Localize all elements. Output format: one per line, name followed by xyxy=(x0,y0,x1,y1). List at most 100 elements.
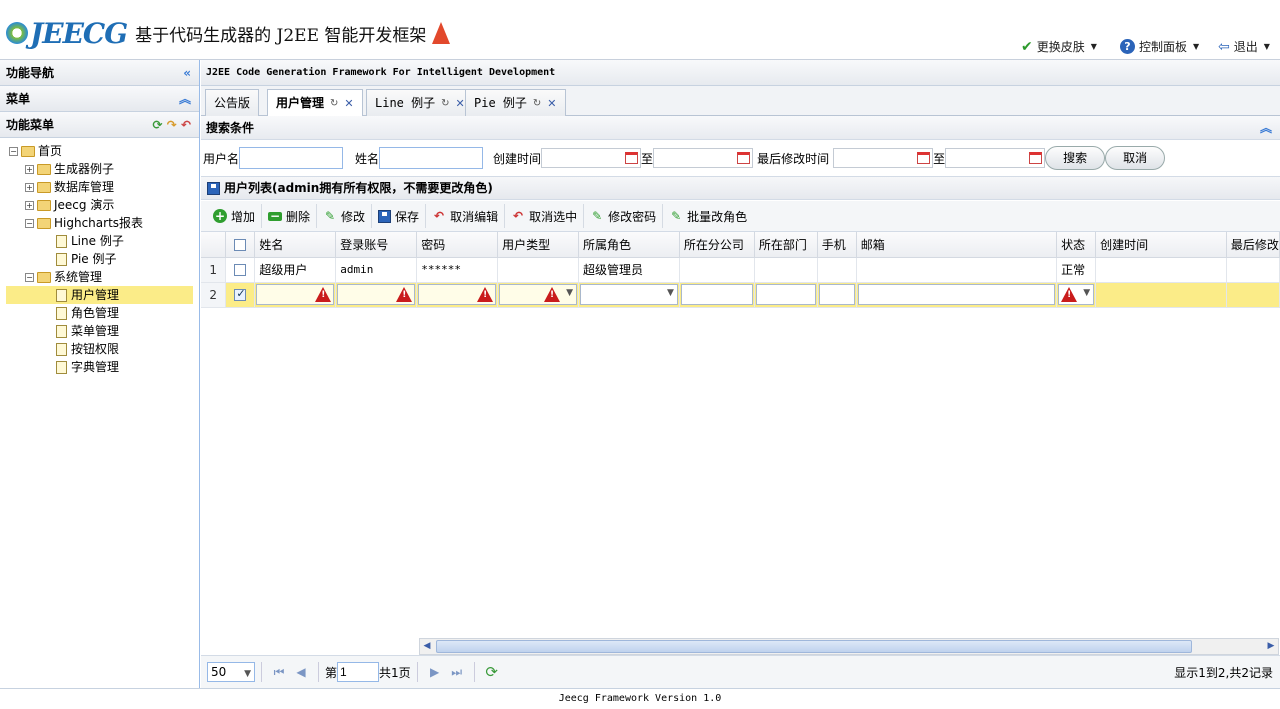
save-button[interactable]: 保存 xyxy=(372,204,427,228)
prev-page-icon[interactable]: ◀ xyxy=(290,665,312,679)
edit-button[interactable]: ✎ 修改 xyxy=(317,204,373,228)
expand-icon[interactable]: + xyxy=(25,200,34,210)
password-editor[interactable] xyxy=(418,284,497,305)
undo-icon[interactable]: ↶ xyxy=(181,118,191,132)
close-icon[interactable]: ✕ xyxy=(456,91,465,116)
horizontal-scrollbar[interactable]: ◀ ▶ xyxy=(419,638,1279,655)
tree-node-database[interactable]: + 数据库管理 xyxy=(0,178,199,196)
cell-account[interactable]: admin xyxy=(335,257,418,283)
cell-branch[interactable] xyxy=(679,257,755,283)
expand-icon[interactable]: + xyxy=(25,182,34,192)
cell-name[interactable]: 超级用户 xyxy=(254,257,337,283)
close-icon[interactable]: ✕ xyxy=(547,91,556,116)
first-page-icon[interactable]: ⏮ xyxy=(268,665,290,680)
tab-notice[interactable]: 公告版 xyxy=(205,89,260,116)
tree-node-button-perm[interactable]: 按钮权限 xyxy=(0,340,199,358)
cancel-edit-button[interactable]: ↶ 取消编辑 xyxy=(426,204,506,228)
tab-user-management[interactable]: 用户管理 ↻ ✕ xyxy=(267,89,363,117)
column-header[interactable]: 所属角色 xyxy=(578,232,680,258)
tree-node-menu[interactable]: 菜单管理 xyxy=(0,322,199,340)
refresh-icon[interactable]: ⟳ xyxy=(152,118,162,132)
department-editor[interactable] xyxy=(755,284,816,305)
chevron-down-icon[interactable]: ▼ xyxy=(566,288,573,298)
cell-phone[interactable] xyxy=(817,257,857,283)
column-header[interactable]: 用户类型 xyxy=(497,232,579,258)
column-header[interactable]: 所在分公司 xyxy=(679,232,755,258)
username-input[interactable] xyxy=(239,147,344,169)
delete-button[interactable]: − 删除 xyxy=(262,204,318,228)
tree-node-user-management[interactable]: 用户管理 xyxy=(6,286,193,304)
column-header[interactable]: 创建时间 xyxy=(1095,232,1227,258)
search-button[interactable]: 搜索 xyxy=(1045,146,1106,170)
menu-accordion-header[interactable]: 菜单 ︽ xyxy=(0,86,199,112)
redo-icon[interactable]: ↷ xyxy=(167,118,177,132)
add-button[interactable]: + 增加 xyxy=(207,204,263,228)
modified-start-field[interactable] xyxy=(833,148,934,168)
refresh-icon[interactable]: ⟳ xyxy=(481,663,503,681)
scrollbar-thumb[interactable] xyxy=(436,640,1192,653)
chevron-down-icon[interactable]: ▼ xyxy=(244,665,251,683)
page-number-input[interactable] xyxy=(337,662,380,682)
edit-cell-email[interactable] xyxy=(856,282,1058,308)
account-editor[interactable] xyxy=(337,284,416,305)
column-header[interactable]: 状态 xyxy=(1056,232,1097,258)
next-page-icon[interactable]: ▶ xyxy=(424,665,446,679)
tree-node-highcharts[interactable]: − Highcharts报表 xyxy=(0,214,199,232)
checkbox[interactable] xyxy=(234,264,247,276)
scroll-left-icon[interactable]: ◀ xyxy=(420,640,434,653)
page-size-select[interactable]: 50 ▼ xyxy=(207,662,255,682)
column-header[interactable]: 密码 xyxy=(416,232,499,258)
branch-editor[interactable] xyxy=(680,284,753,305)
chevron-down-icon[interactable]: ▼ xyxy=(667,288,674,298)
column-header[interactable]: 所在部门 xyxy=(754,232,818,258)
close-icon[interactable]: ✕ xyxy=(344,91,353,116)
email-editor[interactable] xyxy=(857,284,1056,305)
type-select[interactable]: ▼ xyxy=(499,284,577,305)
expand-icon[interactable]: + xyxy=(25,164,34,174)
edit-cell-name[interactable] xyxy=(254,282,337,308)
row-checkbox-cell[interactable] xyxy=(225,282,256,308)
collapse-up-icon[interactable]: ︽ xyxy=(1260,116,1272,140)
tree-node-generator[interactable]: + 生成器例子 xyxy=(0,160,199,178)
column-header[interactable]: 最后修改 xyxy=(1226,232,1280,258)
tree-node-system[interactable]: − 系统管理 xyxy=(0,268,199,286)
collapse-icon[interactable]: − xyxy=(25,272,34,282)
cell-department[interactable] xyxy=(754,257,818,283)
scroll-right-icon[interactable]: ▶ xyxy=(1264,640,1278,653)
column-header[interactable]: 手机 xyxy=(817,232,857,258)
refresh-icon[interactable]: ↻ xyxy=(441,91,449,116)
name-input[interactable] xyxy=(379,147,484,169)
edit-cell-password[interactable] xyxy=(416,282,499,308)
cell-created[interactable] xyxy=(1095,257,1227,283)
created-end-field[interactable] xyxy=(653,148,754,168)
phone-editor[interactable] xyxy=(818,284,855,305)
column-header[interactable]: 登录账号 xyxy=(335,232,418,258)
chevron-down-icon[interactable]: ▼ xyxy=(1083,288,1090,298)
change-password-button[interactable]: ✎ 修改密码 xyxy=(584,204,664,228)
checkbox-checked[interactable] xyxy=(234,287,247,301)
last-page-icon[interactable]: ⏭ xyxy=(446,665,468,680)
refresh-icon[interactable]: ↻ xyxy=(533,91,541,116)
edit-cell-created[interactable] xyxy=(1095,282,1227,308)
modified-end-field[interactable] xyxy=(945,148,1046,168)
calendar-icon[interactable] xyxy=(737,152,751,164)
change-skin-button[interactable]: ✔ 更换皮肤 ▼ xyxy=(1021,38,1097,55)
cell-email[interactable] xyxy=(856,257,1058,283)
checkbox[interactable] xyxy=(234,238,247,251)
edit-cell-phone[interactable] xyxy=(817,282,857,308)
select-all-checkbox[interactable] xyxy=(225,232,256,258)
created-start-field[interactable] xyxy=(541,148,642,168)
column-header[interactable]: 姓名 xyxy=(254,232,337,258)
calendar-icon[interactable] xyxy=(1029,152,1043,164)
tree-node-line[interactable]: Line 例子 xyxy=(0,232,199,250)
logout-button[interactable]: ⇦ 退出 ▼ xyxy=(1218,38,1270,55)
column-header[interactable]: 邮箱 xyxy=(856,232,1058,258)
edit-cell-branch[interactable] xyxy=(679,282,755,308)
cell-modified[interactable] xyxy=(1226,257,1280,283)
edit-cell-modified[interactable] xyxy=(1226,282,1280,308)
collapse-icon[interactable]: − xyxy=(25,218,34,228)
name-editor[interactable] xyxy=(256,284,335,305)
edit-cell-account[interactable] xyxy=(335,282,418,308)
cell-type[interactable] xyxy=(497,257,579,283)
table-row[interactable]: 1 超级用户 admin ****** 超级管理员 正常 xyxy=(201,257,1280,283)
